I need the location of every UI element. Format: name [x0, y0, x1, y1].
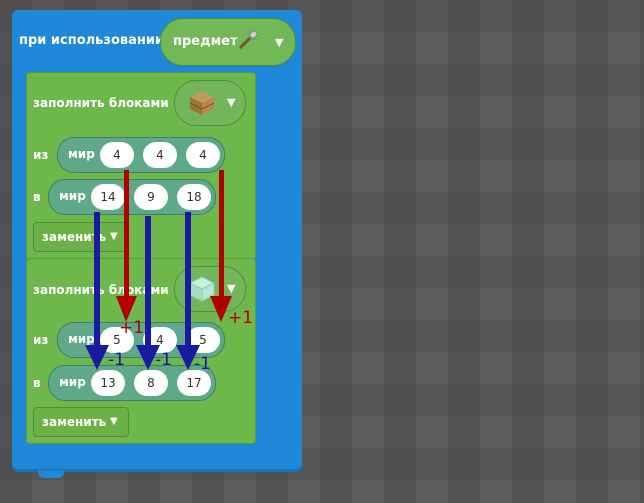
annotation-minus-z: -1	[194, 354, 211, 374]
red-arrow-z	[210, 170, 232, 322]
annotation-plus-x: +1	[119, 318, 145, 338]
red-arrow-x	[116, 170, 137, 322]
blue-arrow-y	[136, 216, 160, 370]
annotation-minus-x: -1	[108, 350, 125, 370]
annotation-arrows	[85, 170, 232, 370]
blue-arrow-x	[85, 212, 109, 370]
annotation-minus-y: -1	[155, 350, 172, 370]
annotation-plus-z: +1	[228, 308, 254, 328]
blue-arrow-z	[176, 212, 200, 370]
